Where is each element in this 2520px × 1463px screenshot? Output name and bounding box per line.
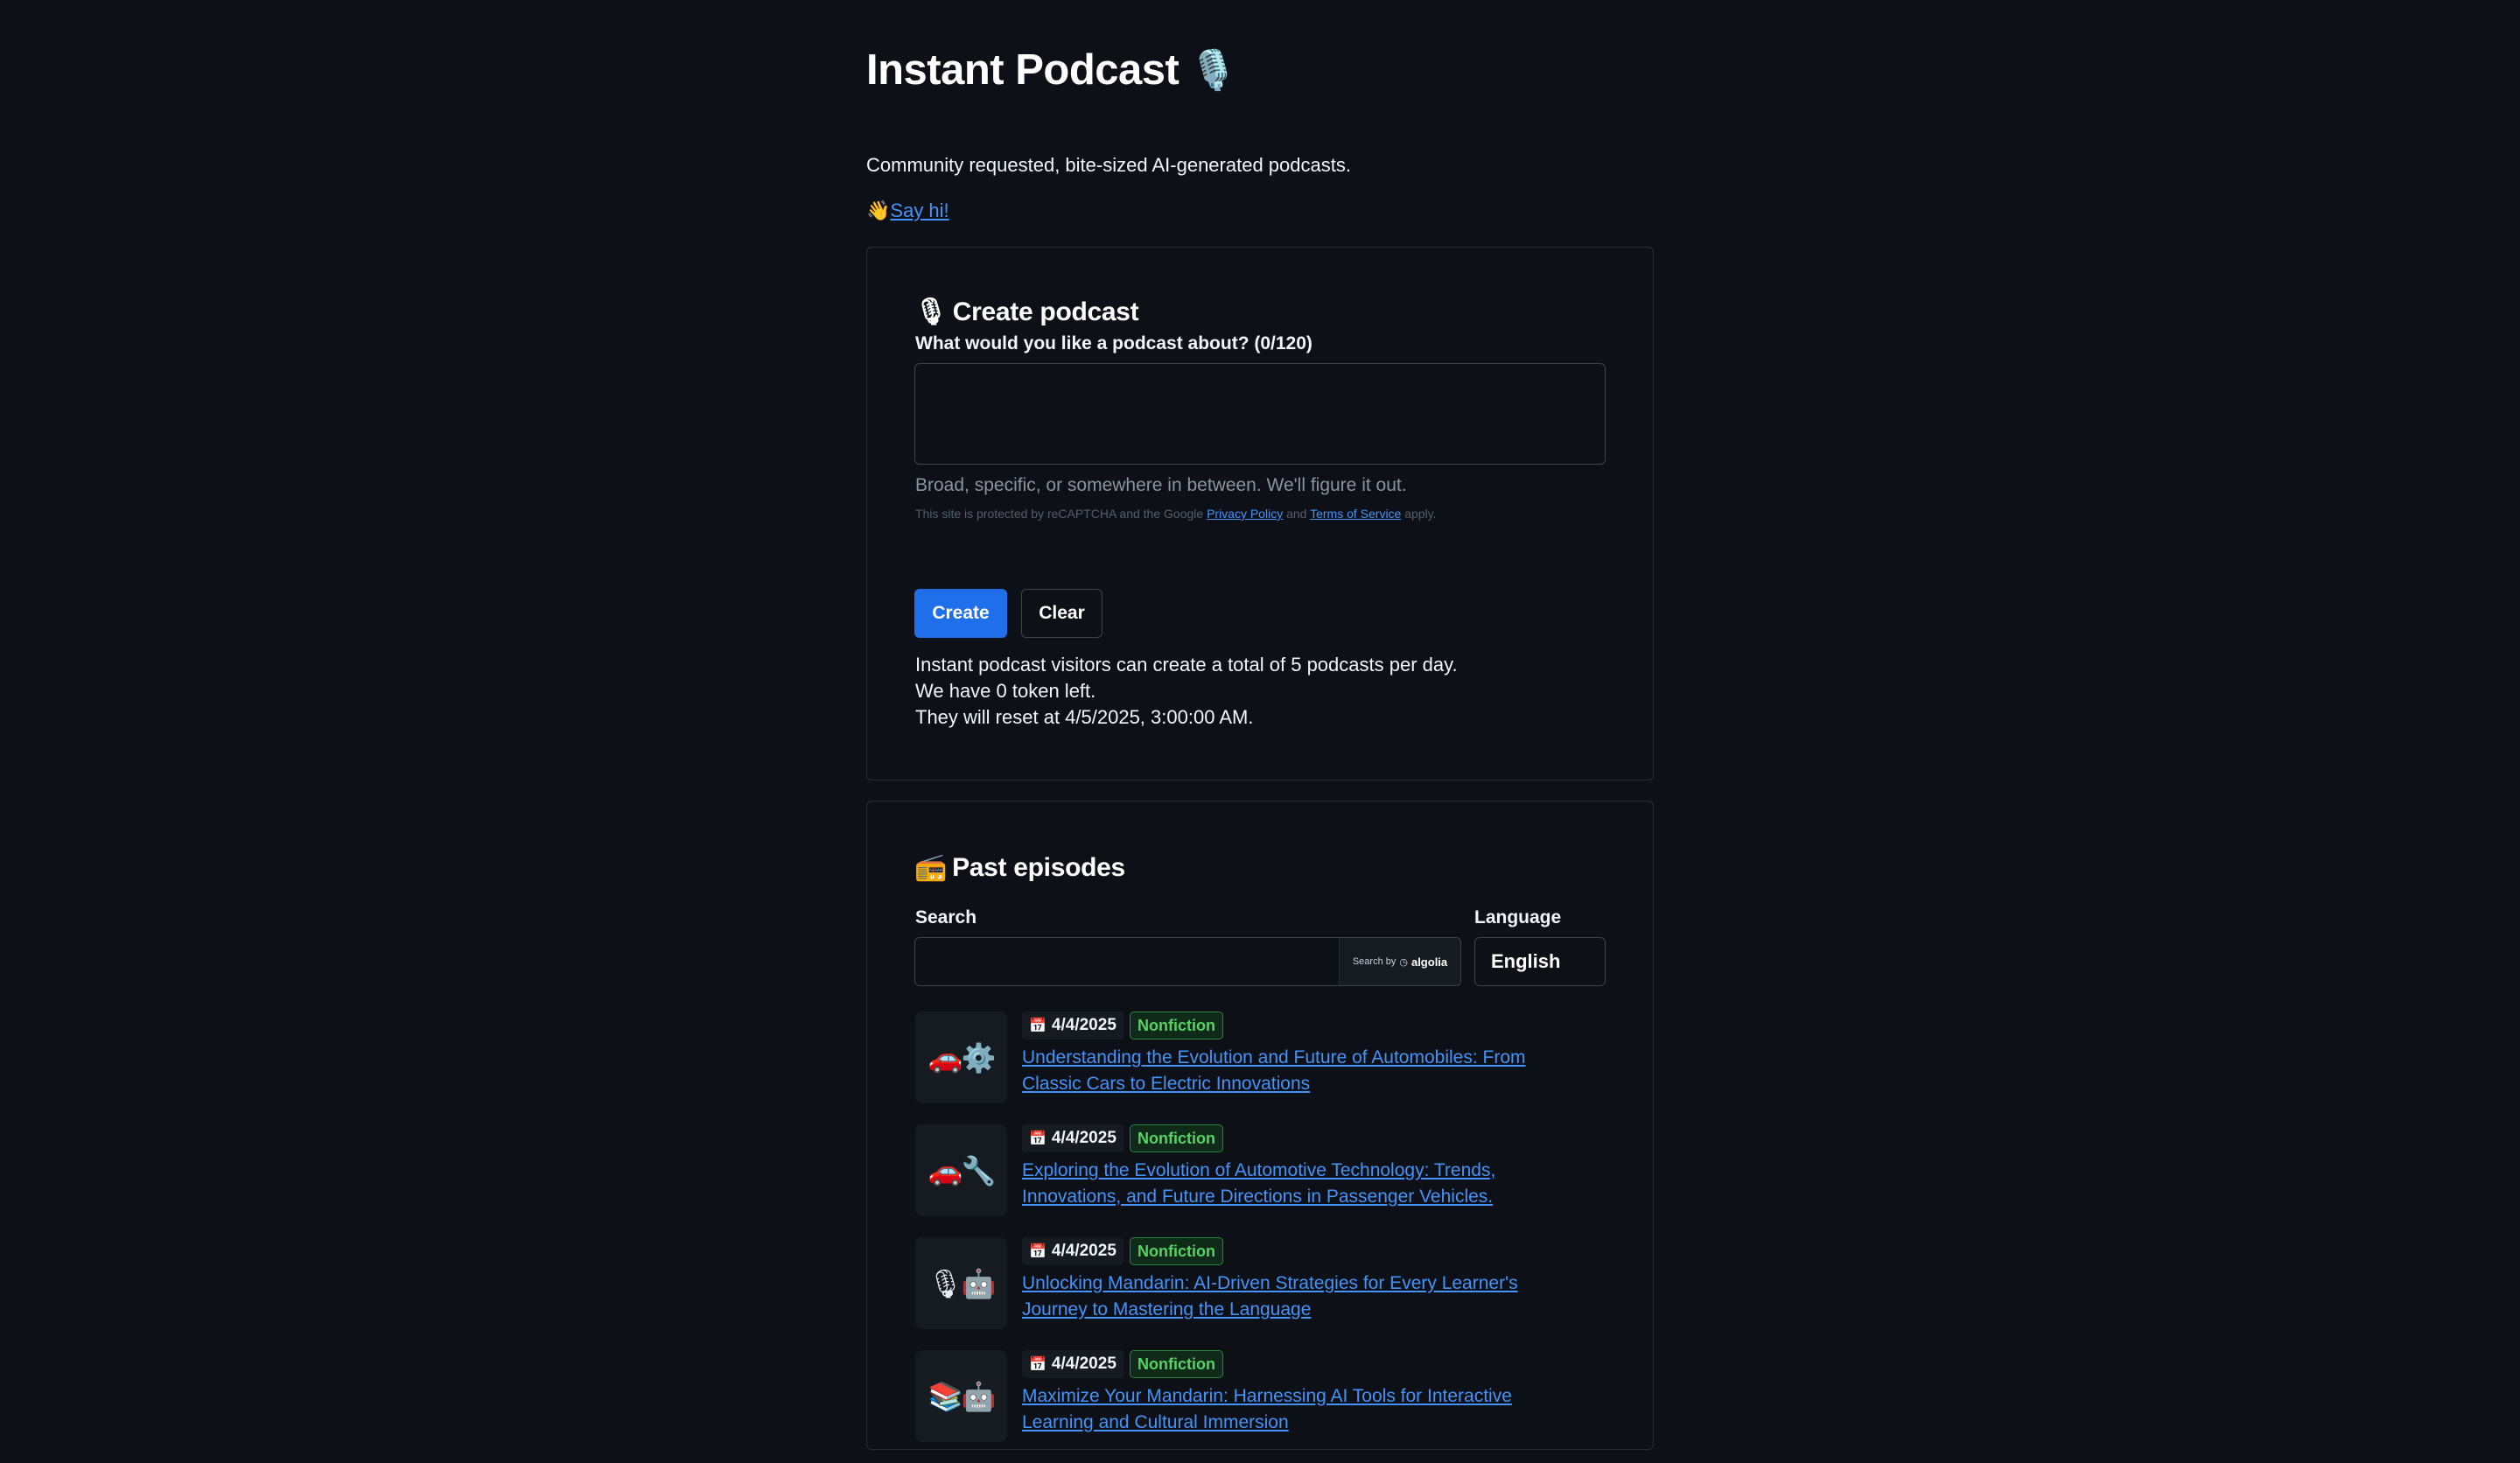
clear-button[interactable]: Clear [1021, 589, 1102, 638]
episode-list: 🚗⚙️ 📅 4/4/2025 Nonfiction Understanding t… [914, 1012, 1606, 1463]
create-podcast-heading: 🎙 Create podcast [914, 297, 1139, 327]
search-box: Search by ◷ algolia [914, 937, 1461, 986]
quota-info: Instant podcast visitors can create a to… [915, 652, 1458, 731]
calendar-icon: 📅 [1029, 1357, 1046, 1372]
language-label: Language [1474, 907, 1562, 928]
episode-title-link[interactable]: Maximize Your Mandarin: Harnessing AI To… [1022, 1383, 1582, 1436]
past-episodes-heading: 📻 Past episodes [914, 852, 1125, 883]
episode-title-link[interactable]: Unlocking Mandarin: AI-Driven Strategies… [1022, 1270, 1582, 1323]
search-label: Search [915, 907, 977, 928]
say-hi-row: 👋Say hi! [866, 200, 949, 222]
create-button[interactable]: Create [914, 589, 1007, 638]
episode-thumbnail: 📚🤖 [915, 1350, 1007, 1442]
quota-reset-time: They will reset at 4/5/2025, 3:00:00 AM. [915, 706, 1254, 728]
episode-item: 📚🤖 📅 4/4/2025 Nonfiction Maximize Your Ma… [914, 1350, 1606, 1463]
episode-title-link[interactable]: Exploring the Evolution of Automotive Te… [1022, 1158, 1582, 1210]
episode-date: 📅 4/4/2025 [1022, 1124, 1124, 1152]
quota-tokens-left: We have 0 token left. [915, 680, 1096, 702]
episode-date: 📅 4/4/2025 [1022, 1237, 1124, 1265]
topic-label: What would you like a podcast about? (0/… [915, 333, 1312, 354]
say-hi-link[interactable]: Say hi! [890, 200, 948, 221]
recaptcha-text: This site is protected by reCAPTCHA and … [915, 507, 1204, 521]
episode-date: 📅 4/4/2025 [1022, 1012, 1124, 1040]
waving-hand-icon: 👋 [866, 200, 891, 221]
page-title: Instant Podcast 🎙️ [866, 46, 1237, 94]
terms-of-service-link[interactable]: Terms of Service [1310, 507, 1401, 521]
recaptcha-apply: apply. [1404, 507, 1437, 521]
quota-daily-limit: Instant podcast visitors can create a to… [915, 654, 1458, 676]
episode-date-text: 4/4/2025 [1051, 1354, 1116, 1373]
episode-item: 🚗🔧 📅 4/4/2025 Nonfiction Exploring the Ev… [914, 1124, 1606, 1237]
episode-thumbnail: 🚗⚙️ [915, 1012, 1007, 1103]
episode-date-text: 4/4/2025 [1051, 1016, 1116, 1034]
calendar-icon: 📅 [1029, 1131, 1046, 1146]
page-subtitle: Community requested, bite-sized AI-gener… [866, 154, 1351, 176]
episode-item: 🎙🤖 📅 4/4/2025 Nonfiction Unlocking Mandar… [914, 1237, 1606, 1350]
recaptcha-and: and [1286, 507, 1307, 521]
search-by-algolia[interactable]: Search by ◷ algolia [1339, 938, 1460, 985]
microphone-icon: 🎙️ [1189, 49, 1237, 92]
episode-thumbnail: 🚗🔧 [915, 1124, 1007, 1216]
episode-genre-badge: Nonfiction [1130, 1124, 1223, 1152]
search-input[interactable] [915, 938, 1339, 985]
privacy-policy-link[interactable]: Privacy Policy [1207, 507, 1283, 521]
episode-date-text: 4/4/2025 [1051, 1242, 1116, 1260]
past-episodes-heading-text: Past episodes [952, 852, 1125, 882]
episode-date: 📅 4/4/2025 [1022, 1350, 1124, 1378]
create-podcast-card: 🎙 Create podcast What would you like a p… [866, 247, 1654, 780]
calendar-icon: 📅 [1029, 1244, 1046, 1259]
algolia-logo-icon: ◷ [1399, 956, 1408, 968]
language-select[interactable]: English [1474, 937, 1606, 986]
radio-icon: 📻 [914, 853, 948, 882]
episode-genre-badge: Nonfiction [1130, 1012, 1223, 1040]
algolia-brand: algolia [1410, 955, 1448, 969]
episode-title-link[interactable]: Understanding the Evolution and Future o… [1022, 1045, 1582, 1097]
recaptcha-notice: This site is protected by reCAPTCHA and … [915, 507, 1437, 521]
microphone-icon: 🎙 [914, 298, 948, 326]
create-podcast-heading-text: Create podcast [952, 297, 1139, 326]
episode-thumbnail: 🎙🤖 [915, 1237, 1007, 1329]
topic-hint: Broad, specific, or somewhere in between… [915, 475, 1407, 495]
episode-date-text: 4/4/2025 [1051, 1129, 1116, 1147]
title-text: Instant Podcast [866, 46, 1180, 94]
episode-genre-badge: Nonfiction [1130, 1237, 1223, 1265]
episode-item: 🚗⚙️ 📅 4/4/2025 Nonfiction Understanding t… [914, 1012, 1606, 1124]
past-episodes-card: 📻 Past episodes Search Language Search b… [866, 801, 1654, 1450]
episode-genre-badge: Nonfiction [1130, 1350, 1223, 1378]
topic-input[interactable] [914, 363, 1606, 465]
search-by-text: Search by [1352, 956, 1396, 967]
calendar-icon: 📅 [1029, 1018, 1046, 1033]
